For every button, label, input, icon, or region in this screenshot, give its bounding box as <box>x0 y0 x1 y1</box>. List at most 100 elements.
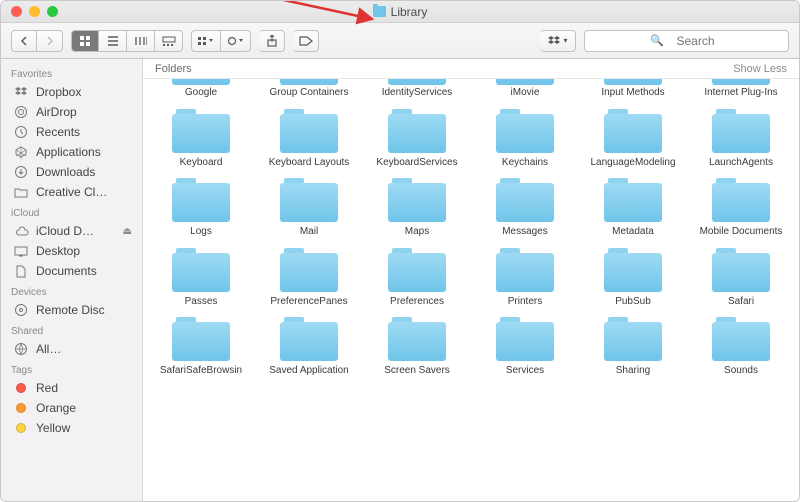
nav-group <box>11 30 63 52</box>
folder-icon <box>172 248 230 292</box>
folder-item[interactable]: Passes <box>149 248 253 308</box>
search-field[interactable]: 🔍 <box>584 30 789 52</box>
folder-item[interactable]: Screen Savers <box>365 317 469 377</box>
folder-item[interactable]: iMovie <box>473 79 577 99</box>
gallery-view-button[interactable] <box>155 30 183 52</box>
folder-icon <box>388 248 446 292</box>
folder-icon <box>712 248 770 292</box>
folder-label: Group Containers <box>270 87 349 99</box>
sidebar-item-downloads[interactable]: Downloads <box>1 162 142 182</box>
folder-label: Keychains <box>502 157 548 169</box>
sidebar-item-remotedisc[interactable]: Remote Disc <box>1 300 142 320</box>
folder-label: Services <box>506 365 544 377</box>
sidebar-item-label: AirDrop <box>36 105 77 119</box>
list-view-button[interactable] <box>99 30 127 52</box>
tag-icon <box>13 421 29 435</box>
dropbox-toolbar-button[interactable]: ▾ <box>540 30 576 52</box>
folder-item[interactable]: LanguageModeling <box>581 109 685 169</box>
back-button[interactable] <box>11 30 37 52</box>
folder-item[interactable]: Logs <box>149 178 253 238</box>
folder-icon <box>280 79 338 85</box>
sidebar-section-header: Shared <box>1 320 142 339</box>
folder-grid: Google Group Containers IdentityServicesiM… <box>143 79 799 501</box>
sidebar-item-recents[interactable]: Recents <box>1 122 142 142</box>
folder-icon <box>280 248 338 292</box>
toolbar: ▾ 🔍 <box>1 23 799 59</box>
sidebar-item-label: Creative Cl… <box>36 185 107 199</box>
sidebar: FavoritesDropboxAirDropRecentsApplicatio… <box>1 59 143 501</box>
folder-item[interactable]: Printers <box>473 248 577 308</box>
icon-view-button[interactable] <box>71 30 99 52</box>
folder-item[interactable]: Messages <box>473 178 577 238</box>
titlebar: Library <box>1 1 799 23</box>
sidebar-item-red[interactable]: Red <box>1 378 142 398</box>
folder-item[interactable]: Keyboard Layouts <box>257 109 361 169</box>
folder-item[interactable]: Sounds <box>689 317 793 377</box>
folder-icon <box>712 178 770 222</box>
folder-icon <box>604 109 662 153</box>
folder-label: SafariSafeBrowsin <box>160 365 242 377</box>
folder-item[interactable]: Mail <box>257 178 361 238</box>
folder-label: Internet Plug-Ins <box>704 87 777 99</box>
folder-label: Logs <box>190 226 212 238</box>
icloud-icon <box>13 224 29 238</box>
folder-item[interactable]: SafariSafeBrowsin <box>149 317 253 377</box>
folder-icon <box>388 317 446 361</box>
folder-item[interactable]: IdentityServices <box>365 79 469 99</box>
eject-icon[interactable]: ⏏ <box>123 226 132 237</box>
folder-item[interactable]: Keyboard <box>149 109 253 169</box>
folder-item[interactable]: PubSub <box>581 248 685 308</box>
tags-button[interactable] <box>293 30 319 52</box>
sidebar-item-desktop[interactable]: Desktop <box>1 241 142 261</box>
folder-item[interactable]: Preferences <box>365 248 469 308</box>
folder-item[interactable]: Maps <box>365 178 469 238</box>
folder-item[interactable]: Safari <box>689 248 793 308</box>
folder-icon <box>172 317 230 361</box>
folder-item[interactable]: Group Containers <box>257 79 361 99</box>
folder-item[interactable]: Internet Plug-Ins <box>689 79 793 99</box>
sidebar-item-all[interactable]: All… <box>1 339 142 359</box>
folder-item[interactable]: Google <box>149 79 253 99</box>
folder-item[interactable]: Input Methods <box>581 79 685 99</box>
folder-item[interactable]: Metadata <box>581 178 685 238</box>
folder-item[interactable]: Mobile Documents <box>689 178 793 238</box>
sidebar-item-label: Applications <box>36 145 101 159</box>
tag-icon <box>13 401 29 415</box>
folder-item[interactable]: Services <box>473 317 577 377</box>
sidebar-item-applications[interactable]: Applications <box>1 142 142 162</box>
sidebar-item-creativecl[interactable]: Creative Cl… <box>1 182 142 202</box>
sidebar-item-dropbox[interactable]: Dropbox <box>1 82 142 102</box>
content-header-label: Folders <box>155 63 192 75</box>
window-title-text: Library <box>391 5 428 19</box>
folder-item[interactable]: LaunchAgents <box>689 109 793 169</box>
folder-label: Google <box>185 87 217 99</box>
column-view-button[interactable] <box>127 30 155 52</box>
folder-item[interactable]: Saved Application <box>257 317 361 377</box>
documents-icon <box>13 264 29 278</box>
folder-item[interactable]: Sharing <box>581 317 685 377</box>
airdrop-icon <box>13 105 29 119</box>
action-menu-button[interactable] <box>221 30 251 52</box>
group-button[interactable] <box>191 30 221 52</box>
sidebar-item-icloudd[interactable]: iCloud D… ⏏ <box>1 221 142 241</box>
content-area: Folders Show Less Google Group Containers… <box>143 59 799 501</box>
show-less-button[interactable]: Show Less <box>733 63 787 75</box>
sidebar-item-label: iCloud D… <box>36 224 94 238</box>
share-button[interactable] <box>259 30 285 52</box>
folder-item[interactable]: Keychains <box>473 109 577 169</box>
sidebar-item-label: Recents <box>36 125 80 139</box>
sidebar-item-yellow[interactable]: Yellow <box>1 418 142 438</box>
search-input[interactable] <box>584 30 789 52</box>
sidebar-item-label: Red <box>36 381 58 395</box>
folder-icon <box>388 79 446 85</box>
folder-item[interactable]: PreferencePanes <box>257 248 361 308</box>
folder-item[interactable]: KeyboardServices <box>365 109 469 169</box>
dropbox-icon <box>13 85 29 99</box>
forward-button[interactable] <box>37 30 63 52</box>
folder-label: Passes <box>185 296 218 308</box>
sidebar-item-documents[interactable]: Documents <box>1 261 142 281</box>
sidebar-item-orange[interactable]: Orange <box>1 398 142 418</box>
sidebar-item-airdrop[interactable]: AirDrop <box>1 102 142 122</box>
apps-icon <box>13 145 29 159</box>
folder-label: Keyboard <box>180 157 223 169</box>
